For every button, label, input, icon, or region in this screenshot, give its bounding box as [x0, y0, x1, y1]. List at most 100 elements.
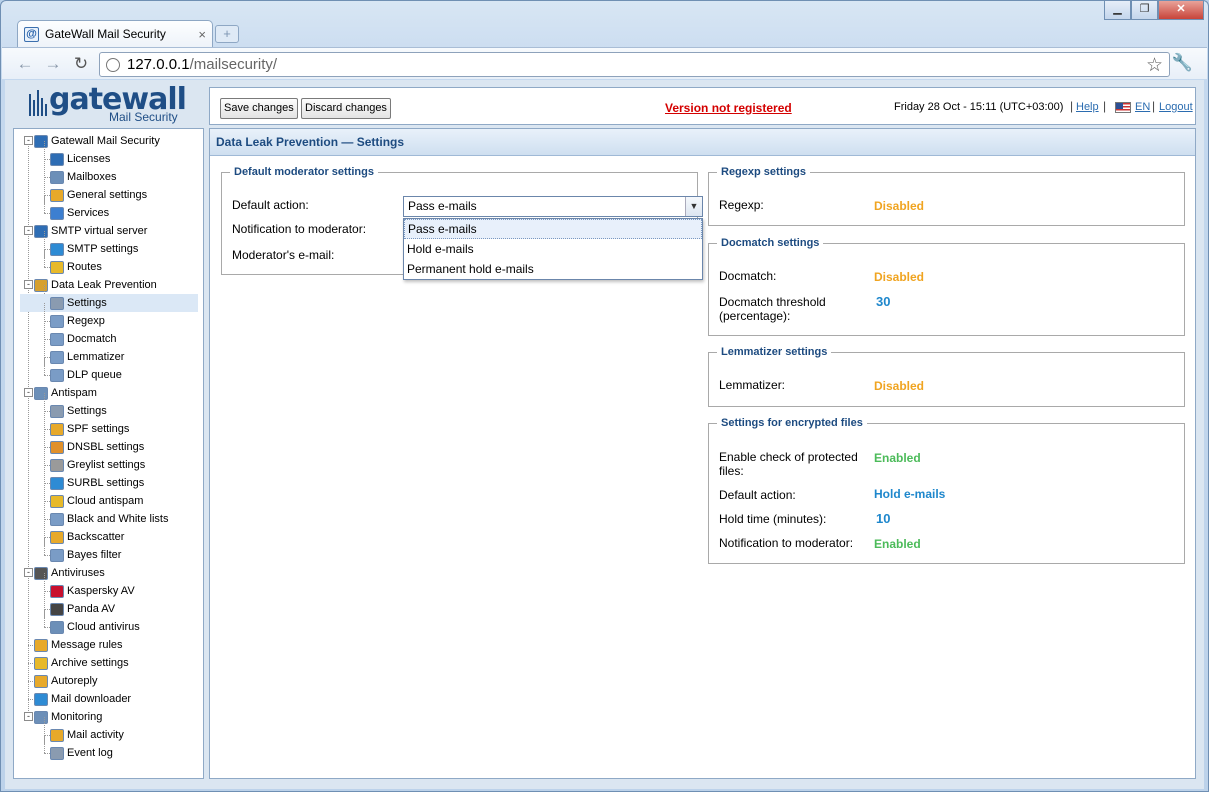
gear-icon [50, 296, 64, 310]
sidebar-item-panda-av[interactable]: Panda AV [50, 600, 115, 618]
sidebar-item-services[interactable]: Services [50, 204, 109, 222]
sidebar-item-autoreply[interactable]: Autoreply [34, 672, 97, 690]
sidebar-item-surbl-settings[interactable]: SURBL settings [50, 474, 144, 492]
sidebar-item-message-rules[interactable]: Message rules [34, 636, 123, 654]
sidebar-item-label: Mail activity [67, 729, 124, 741]
save-changes-button[interactable]: Save changes [220, 98, 298, 119]
collapse-toggle-icon[interactable]: - [24, 136, 33, 145]
hold-time-value[interactable]: 10 [876, 511, 890, 526]
sidebar-item-kaspersky-av[interactable]: Kaspersky AV [50, 582, 135, 600]
tab-close-icon[interactable]: × [198, 27, 206, 42]
protected-files-check-status[interactable]: Enabled [874, 451, 921, 465]
sidebar-item-smtp-virtual-server[interactable]: SMTP virtual server [34, 222, 147, 240]
encrypted-files-settings-legend: Settings for encrypted files [721, 417, 863, 429]
sidebar-item-general-settings[interactable]: General settings [50, 186, 147, 204]
sidebar-item-mailboxes[interactable]: Mailboxes [50, 168, 117, 186]
reload-icon[interactable]: ↻ [70, 53, 92, 75]
mailbox-icon [50, 170, 64, 184]
discard-changes-button[interactable]: Discard changes [301, 98, 391, 119]
sidebar-item-spf-settings[interactable]: SPF settings [50, 420, 129, 438]
sidebar-item-cloud-antispam[interactable]: Cloud antispam [50, 492, 143, 510]
sidebar-item-mail-activity[interactable]: Mail activity [50, 726, 124, 744]
sidebar-item-lemmatizer[interactable]: Lemmatizer [50, 348, 124, 366]
collapse-toggle-icon[interactable]: - [24, 388, 33, 397]
option-pass-emails[interactable]: Pass e-mails [404, 219, 702, 239]
new-tab-button[interactable]: + [215, 25, 239, 43]
sidebar-item-settings[interactable]: Settings [20, 294, 198, 312]
logout-link[interactable]: Logout [1159, 101, 1193, 113]
bookmark-star-icon[interactable]: ☆ [1146, 54, 1163, 77]
window-controls: ▁ ❐ ✕ [1104, 1, 1204, 20]
collapse-toggle-icon[interactable]: - [24, 568, 33, 577]
back-arrow-icon[interactable]: ← [14, 53, 36, 75]
version-not-registered-link[interactable]: Version not registered [665, 101, 792, 115]
sidebar-item-label: Backscatter [67, 531, 125, 543]
language-link[interactable]: EN [1135, 101, 1150, 113]
docmatch-settings-group: Docmatch settings Docmatch: Disabled Doc… [708, 237, 1185, 336]
browser-tab[interactable]: @ GateWall Mail Security × [17, 20, 213, 47]
hold-time-label: Hold time (minutes): [719, 512, 827, 526]
dlp-icon [34, 278, 48, 292]
option-hold-emails[interactable]: Hold e-mails [404, 239, 702, 259]
protected-files-check-label: Enable check of protected [719, 450, 858, 464]
kaspersky-icon [50, 584, 64, 598]
sidebar-item-regexp[interactable]: Regexp [50, 312, 105, 330]
sidebar-item-settings[interactable]: Settings [50, 402, 107, 420]
wrench-icon[interactable]: 🔧 [1172, 53, 1193, 73]
window-close-icon[interactable]: ✕ [1158, 1, 1204, 20]
regexp-icon [50, 314, 64, 328]
option-permanent-hold-emails[interactable]: Permanent hold e-mails [404, 259, 702, 279]
sidebar-item-dnsbl-settings[interactable]: DNSBL settings [50, 438, 144, 456]
rules-icon [34, 638, 48, 652]
sidebar-item-label: SPF settings [67, 423, 130, 435]
lemmatizer-status[interactable]: Disabled [874, 379, 924, 393]
forward-arrow-icon[interactable]: → [42, 53, 64, 75]
sidebar-item-smtp-settings[interactable]: SMTP settings [50, 240, 138, 258]
sidebar-item-gatewall-mail-security[interactable]: Gatewall Mail Security [34, 132, 160, 150]
sidebar-item-label: Data Leak Prevention [51, 279, 157, 291]
collapse-toggle-icon[interactable]: - [24, 280, 33, 289]
default-action-select[interactable]: Pass e-mails ▼ [403, 196, 703, 217]
encrypted-default-action-value[interactable]: Hold e-mails [874, 487, 945, 501]
sidebar-item-label: Cloud antispam [67, 495, 144, 507]
sidebar-item-docmatch[interactable]: Docmatch [50, 330, 117, 348]
collapse-toggle-icon[interactable]: - [24, 226, 33, 235]
sidebar-item-licenses[interactable]: Licenses [50, 150, 110, 168]
sidebar-item-black-and-white-lists[interactable]: Black and White lists [50, 510, 168, 528]
help-link[interactable]: Help [1076, 101, 1099, 113]
collapse-toggle-icon[interactable]: - [24, 712, 33, 721]
minimize-icon[interactable]: ▁ [1104, 1, 1131, 20]
antispam-icon [34, 386, 48, 400]
sidebar-item-greylist-settings[interactable]: Greylist settings [50, 456, 145, 474]
sidebar-item-label: Mailboxes [67, 171, 117, 183]
us-flag-icon[interactable] [1115, 102, 1131, 113]
sidebar-item-dlp-queue[interactable]: DLP queue [50, 366, 122, 384]
sidebar-item-label: Antispam [51, 387, 97, 399]
docmatch-threshold-value[interactable]: 30 [876, 294, 890, 309]
sidebar-item-bayes-filter[interactable]: Bayes filter [50, 546, 121, 564]
sidebar-item-backscatter[interactable]: Backscatter [50, 528, 124, 546]
sidebar-item-data-leak-prevention[interactable]: Data Leak Prevention [34, 276, 157, 294]
eventlog-icon [50, 746, 64, 760]
sidebar-item-label: Panda AV [67, 603, 116, 615]
sidebar-item-label: Docmatch [67, 333, 117, 345]
encrypted-notification-status[interactable]: Enabled [874, 537, 921, 551]
logo-bars [29, 90, 47, 116]
panda-icon [50, 602, 64, 616]
regexp-settings-group: Regexp settings Regexp: Disabled [708, 166, 1185, 226]
services-icon [50, 206, 64, 220]
tree-line [44, 357, 45, 375]
moderator-settings-group: Default moderator settings Default actio… [221, 166, 703, 280]
maximize-icon[interactable]: ❐ [1131, 1, 1158, 20]
docmatch-status[interactable]: Disabled [874, 270, 924, 284]
cloud-antivirus-icon [50, 620, 64, 634]
sidebar-item-label: DNSBL settings [67, 441, 145, 453]
sidebar-item-cloud-antivirus[interactable]: Cloud antivirus [50, 618, 140, 636]
address-bar[interactable]: 127.0.0.1/mailsecurity/ ☆ [99, 52, 1170, 77]
sidebar-item-event-log[interactable]: Event log [50, 744, 113, 762]
sidebar-item-routes[interactable]: Routes [50, 258, 102, 276]
regexp-status[interactable]: Disabled [874, 199, 924, 213]
sidebar-item-mail-downloader[interactable]: Mail downloader [34, 690, 131, 708]
sidebar-item-archive-settings[interactable]: Archive settings [34, 654, 129, 672]
chevron-down-icon[interactable]: ▼ [685, 197, 702, 216]
